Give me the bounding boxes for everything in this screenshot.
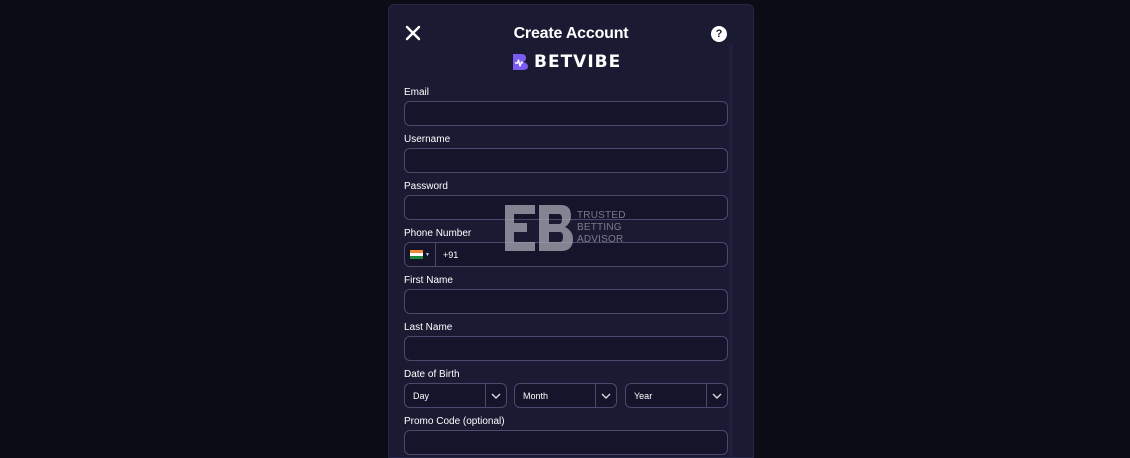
india-flag-icon	[410, 250, 424, 259]
email-label: Email	[404, 87, 430, 98]
last-name-label: Last Name	[404, 322, 453, 333]
watermark-text: TRUSTED BETTING ADVISOR	[577, 210, 626, 246]
password-label: Password	[404, 181, 448, 192]
username-label: Username	[404, 134, 451, 145]
country-select[interactable]: ▼	[405, 243, 436, 266]
promo-code-field[interactable]	[404, 430, 728, 455]
dob-year-value: Year	[634, 390, 653, 401]
chevron-down-icon	[595, 384, 616, 407]
scrollbar[interactable]	[729, 45, 733, 457]
dob-month-select[interactable]: Month	[514, 383, 617, 408]
promo-code-label: Promo Code (optional)	[404, 416, 505, 427]
last-name-field[interactable]	[404, 336, 728, 361]
brand-logo: BETVIBE	[511, 51, 621, 73]
username-field[interactable]	[404, 148, 728, 173]
phone-country-code: +91	[443, 249, 459, 260]
watermark: TRUSTED BETTING ADVISOR	[505, 205, 626, 251]
dob-year-select[interactable]: Year	[625, 383, 728, 408]
chevron-down-icon: ▼	[425, 251, 430, 258]
first-name-field[interactable]	[404, 289, 728, 314]
email-field[interactable]	[404, 101, 728, 126]
dob-day-value: Day	[413, 390, 430, 401]
dob-day-select[interactable]: Day	[404, 383, 507, 408]
brand-logo-mark-icon	[513, 54, 528, 70]
tba-logo-icon	[505, 205, 573, 251]
phone-label: Phone Number	[404, 228, 472, 239]
watermark-line-3: ADVISOR	[577, 234, 624, 245]
modal-title: Create Account	[513, 25, 629, 42]
chevron-down-icon	[706, 384, 727, 407]
dob-month-value: Month	[523, 390, 549, 401]
help-icon[interactable]: ?	[711, 26, 727, 42]
chevron-down-icon	[485, 384, 506, 407]
watermark-line-2: BETTING	[577, 222, 622, 233]
dob-label: Date of Birth	[404, 369, 460, 380]
watermark-line-1: TRUSTED	[577, 210, 626, 221]
brand-name: BETVIBE	[534, 52, 622, 72]
first-name-label: First Name	[404, 275, 453, 286]
